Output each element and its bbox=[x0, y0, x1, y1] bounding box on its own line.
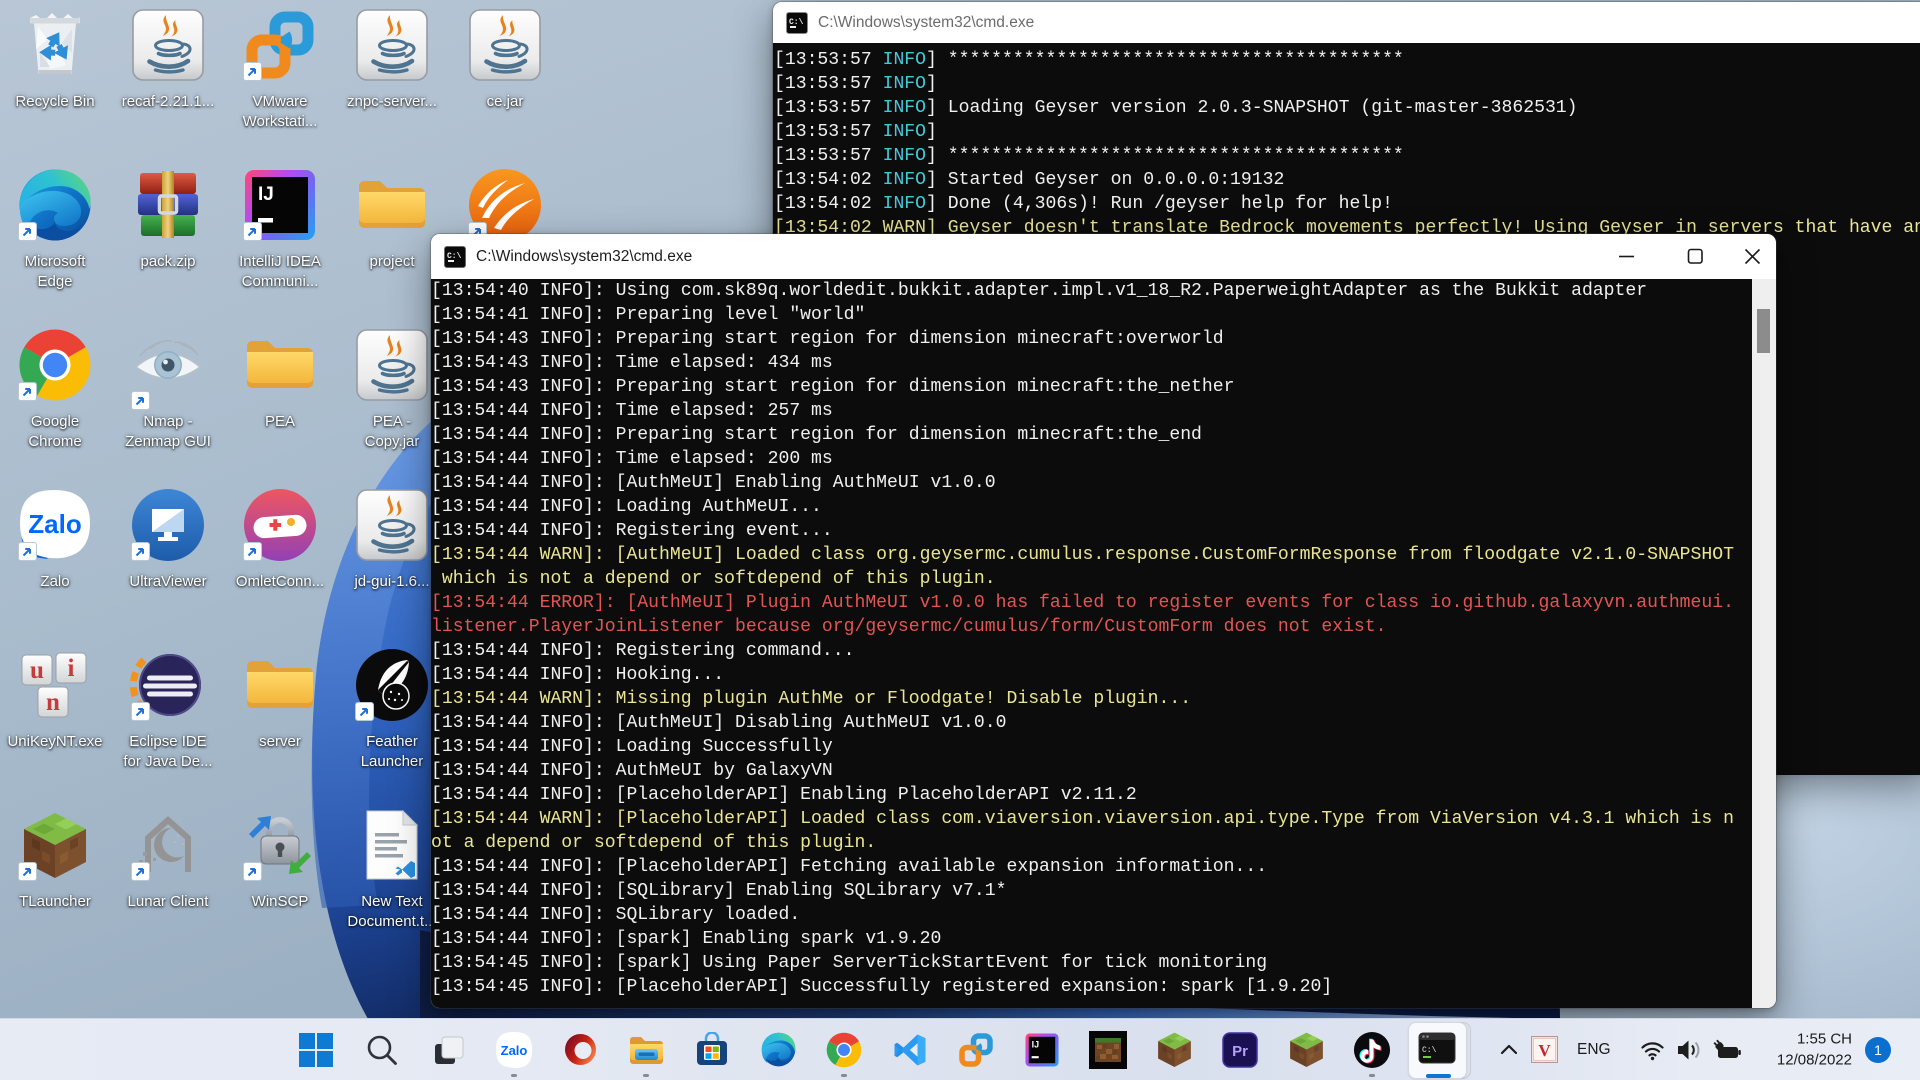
svg-text:C:\: C:\ bbox=[447, 252, 462, 261]
svg-text:n: n bbox=[46, 689, 60, 716]
svg-text:Zalo: Zalo bbox=[28, 509, 81, 539]
svg-text:Pr: Pr bbox=[1232, 1043, 1248, 1060]
svg-text:i: i bbox=[68, 655, 75, 682]
svg-text:V: V bbox=[1538, 1041, 1551, 1060]
svg-text:C:\: C:\ bbox=[789, 18, 804, 27]
svg-text:C:\: C:\ bbox=[1422, 1046, 1437, 1055]
svg-text:Zalo: Zalo bbox=[501, 1043, 528, 1058]
svg-text:u: u bbox=[30, 657, 44, 684]
